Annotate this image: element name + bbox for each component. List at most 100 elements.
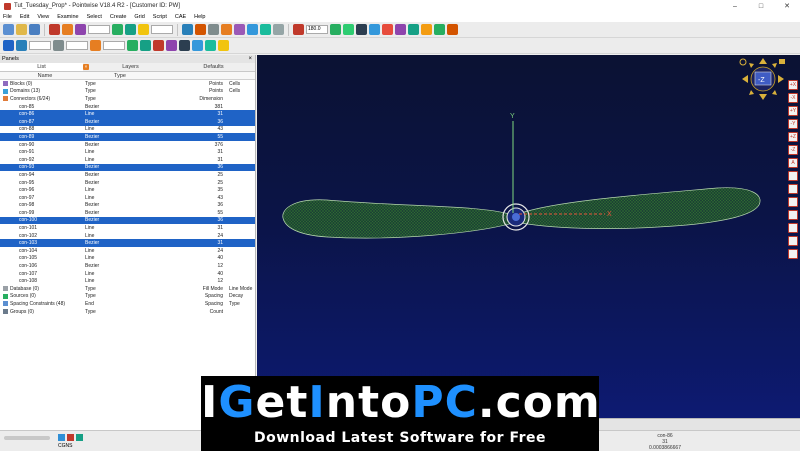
- transform-icon[interactable]: [205, 40, 216, 51]
- orientation-button[interactable]: [788, 184, 798, 194]
- tab-defaults[interactable]: Defaults: [172, 63, 255, 71]
- hidden-line-icon[interactable]: [382, 24, 393, 35]
- connector-row[interactable]: con-102 Line 24: [0, 232, 255, 240]
- tab-list[interactable]: List: [0, 63, 83, 71]
- connector-row[interactable]: con-88 Line 43: [0, 126, 255, 134]
- orientation-button[interactable]: [788, 236, 798, 246]
- view-cube[interactable]: -Z: [739, 58, 785, 100]
- connector-row[interactable]: con-95 Bezier 25: [0, 179, 255, 187]
- undo-icon[interactable]: [49, 24, 60, 35]
- color-icon[interactable]: [421, 24, 432, 35]
- shade-icon[interactable]: [369, 24, 380, 35]
- propeller-blade-left[interactable]: [282, 199, 514, 239]
- project-icon[interactable]: [260, 24, 271, 35]
- delete-icon[interactable]: [75, 24, 86, 35]
- connector-row[interactable]: con-99 Bezier 55: [0, 209, 255, 217]
- spacing-icon[interactable]: [90, 40, 101, 51]
- menu-edit[interactable]: Edit: [20, 14, 29, 20]
- mirror-icon[interactable]: [218, 40, 229, 51]
- solve-icon[interactable]: [234, 24, 245, 35]
- orientation-button[interactable]: A: [788, 158, 798, 168]
- orientation-button[interactable]: [788, 210, 798, 220]
- tree-group[interactable]: Domains (13) Type Points Cells: [0, 88, 255, 96]
- connector-row[interactable]: con-105 Line 40: [0, 255, 255, 263]
- menu-select[interactable]: Select: [87, 14, 102, 20]
- connector-icon[interactable]: [125, 24, 136, 35]
- smooth-icon[interactable]: [140, 40, 151, 51]
- select-icon[interactable]: [3, 40, 14, 51]
- connector-row[interactable]: con-108 Line 12: [0, 277, 255, 285]
- menu-help[interactable]: Help: [194, 14, 205, 20]
- connector-row[interactable]: con-91 Line 31: [0, 148, 255, 156]
- orientation-button[interactable]: [788, 249, 798, 259]
- zoom-field[interactable]: 180.0: [306, 25, 328, 34]
- tree-group[interactable]: Connectors (6/24) Type Dimension: [0, 95, 255, 103]
- tab-layers[interactable]: Layers: [89, 63, 172, 71]
- toolbar-input-field[interactable]: [88, 25, 110, 34]
- connector-row[interactable]: con-103 Bezier 31: [0, 239, 255, 248]
- connector-row[interactable]: con-93 Bezier 36: [0, 163, 255, 172]
- layer-icon[interactable]: [343, 24, 354, 35]
- maximize-button[interactable]: □: [748, 3, 774, 10]
- measure-icon[interactable]: [330, 24, 341, 35]
- connector-row[interactable]: con-100 Bezier 36: [0, 216, 255, 225]
- minimize-button[interactable]: –: [722, 3, 748, 10]
- connector-row[interactable]: con-98 Bezier 36: [0, 202, 255, 210]
- connector-row[interactable]: con-92 Line 31: [0, 156, 255, 164]
- rotate-icon[interactable]: [293, 24, 304, 35]
- orientation-button[interactable]: -Y: [788, 119, 798, 129]
- progress-slider[interactable]: [4, 436, 50, 440]
- extrude-icon[interactable]: [247, 24, 258, 35]
- menu-examine[interactable]: Examine: [57, 14, 78, 20]
- select-filter-field[interactable]: [29, 41, 51, 50]
- new-icon[interactable]: [3, 24, 14, 35]
- dimension-icon[interactable]: [67, 434, 74, 441]
- point-icon[interactable]: [138, 24, 149, 35]
- mask-icon[interactable]: [16, 40, 27, 51]
- tree-group[interactable]: Database (0) Type Fill Mode Line Mode: [0, 285, 255, 293]
- connector-row[interactable]: con-87 Bezier 36: [0, 117, 255, 126]
- reset-view-icon[interactable]: [447, 24, 458, 35]
- graphics-viewport[interactable]: Y X -Z: [257, 55, 800, 418]
- connector-row[interactable]: con-90 Bezier 376: [0, 141, 255, 149]
- menu-script[interactable]: Script: [153, 14, 167, 20]
- orientation-button[interactable]: [788, 171, 798, 181]
- column-type[interactable]: Type: [90, 72, 150, 79]
- distribute-icon[interactable]: [127, 40, 138, 51]
- propeller-blade-right[interactable]: [520, 187, 761, 229]
- select-value-field[interactable]: [66, 41, 88, 50]
- grid-icon[interactable]: [112, 24, 123, 35]
- menu-file[interactable]: File: [3, 14, 12, 20]
- tree-group[interactable]: Spacing Constraints (48) End Spacing Type: [0, 300, 255, 308]
- connector-row[interactable]: con-104 Line 24: [0, 247, 255, 255]
- close-button[interactable]: ✕: [774, 2, 800, 10]
- block-icon[interactable]: [195, 24, 206, 35]
- connector-row[interactable]: con-89 Bezier 55: [0, 133, 255, 141]
- orientation-button[interactable]: +X: [788, 80, 798, 90]
- menu-create[interactable]: Create: [110, 14, 127, 20]
- unit-icon[interactable]: [76, 434, 83, 441]
- orientation-button[interactable]: +Y: [788, 106, 798, 116]
- redo-icon[interactable]: [62, 24, 73, 35]
- connector-row[interactable]: con-96 Line 35: [0, 186, 255, 194]
- close-icon[interactable]: ×: [248, 55, 252, 63]
- connector-row[interactable]: con-86 Line 31: [0, 110, 255, 118]
- view-icon[interactable]: [356, 24, 367, 35]
- connector-row[interactable]: con-94 Bezier 25: [0, 171, 255, 179]
- tree-group[interactable]: Blocks (0) Type Points Cells: [0, 80, 255, 88]
- orientation-button[interactable]: -X: [788, 93, 798, 103]
- orientation-button[interactable]: -Z: [788, 145, 798, 155]
- connector-row[interactable]: con-107 Line 40: [0, 270, 255, 278]
- examine-icon[interactable]: [273, 24, 284, 35]
- paste-icon[interactable]: [192, 40, 203, 51]
- save-icon[interactable]: [29, 24, 40, 35]
- connector-row[interactable]: con-85 Bezier 381: [0, 103, 255, 111]
- propeller-hub[interactable]: [502, 203, 530, 231]
- tree-group[interactable]: Sources (0) Type Spacing Decay: [0, 293, 255, 301]
- menu-cae[interactable]: CAE: [175, 14, 186, 20]
- pick-icon[interactable]: [53, 40, 64, 51]
- menu-view[interactable]: View: [37, 14, 49, 20]
- tree-group[interactable]: Groups (0) Type Count: [0, 308, 255, 316]
- domain-icon[interactable]: [182, 24, 193, 35]
- orientation-button[interactable]: [788, 223, 798, 233]
